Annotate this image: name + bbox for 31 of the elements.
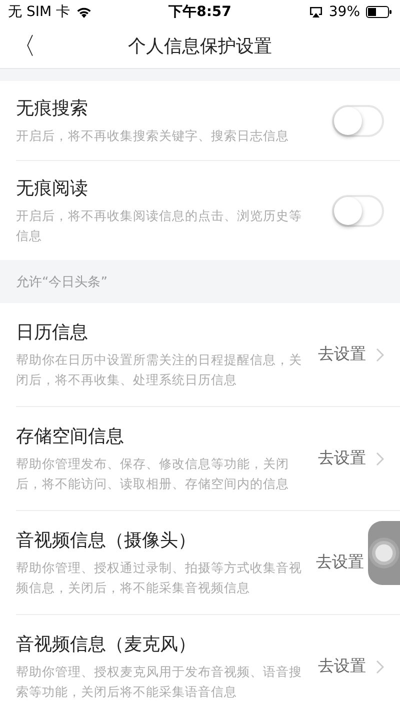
setting-description: 开启后，将不再收集搜索关键字、搜索日志信息: [16, 126, 290, 144]
setting-title: 无痕阅读: [16, 176, 89, 200]
setting-description: 帮助你管理发布、保存、修改信息等功能，关闭后，将不能访问、读取相册、存储空间内的信息: [16, 454, 290, 492]
toggle-switch[interactable]: [332, 104, 384, 136]
setting-description: 帮助你在日历中设置所需关注的日程提醒信息，关闭后，将不再收集、处理系统日历信息: [16, 350, 303, 388]
wifi-icon: [76, 6, 92, 18]
go-settings-link[interactable]: 去设置: [318, 448, 384, 469]
carrier-text: 无 SIM 卡: [8, 3, 70, 21]
go-settings-link[interactable]: 去设置: [318, 656, 384, 677]
setting-title: 日历信息: [16, 320, 89, 344]
setting-title: 音视频信息（摄像头）: [16, 528, 197, 552]
setting-title: 无痕搜索: [16, 96, 89, 120]
chevron-icon: [376, 660, 384, 674]
setting-title: 音视频信息（麦克风）: [16, 632, 197, 656]
go-settings-link[interactable]: 去设置: [318, 344, 384, 365]
page-title: 个人信息保护设置: [128, 36, 272, 57]
chevron-icon: [376, 452, 384, 466]
setting-description: 帮助你管理、授权通过录制、拍摄等方式收集音视频信息，关闭后，将不能采集音视频信息: [16, 558, 303, 596]
setting-description: 开启后，将不再收集阅读信息的点击、浏览历史等信息: [16, 206, 303, 244]
chevron-icon: [376, 348, 384, 362]
assistive-touch-button[interactable]: [368, 521, 400, 585]
screen-mirroring-icon: [308, 6, 323, 18]
setting-description: 帮助你管理、授权麦克风用于发布音视频、语音搜索等功能，关闭后将不能采集语音信息: [16, 662, 303, 700]
back-button[interactable]: 〈: [0, 30, 44, 62]
go-settings-link[interactable]: 去设置: [316, 552, 364, 573]
clock-text: 下午8:57: [168, 3, 232, 21]
section-header: 允许“今日头条”: [16, 274, 108, 290]
battery-percent: 39%: [328, 4, 360, 20]
setting-title: 存储空间信息: [16, 424, 125, 448]
toggle-switch[interactable]: [332, 194, 384, 226]
battery-icon: [366, 6, 392, 18]
